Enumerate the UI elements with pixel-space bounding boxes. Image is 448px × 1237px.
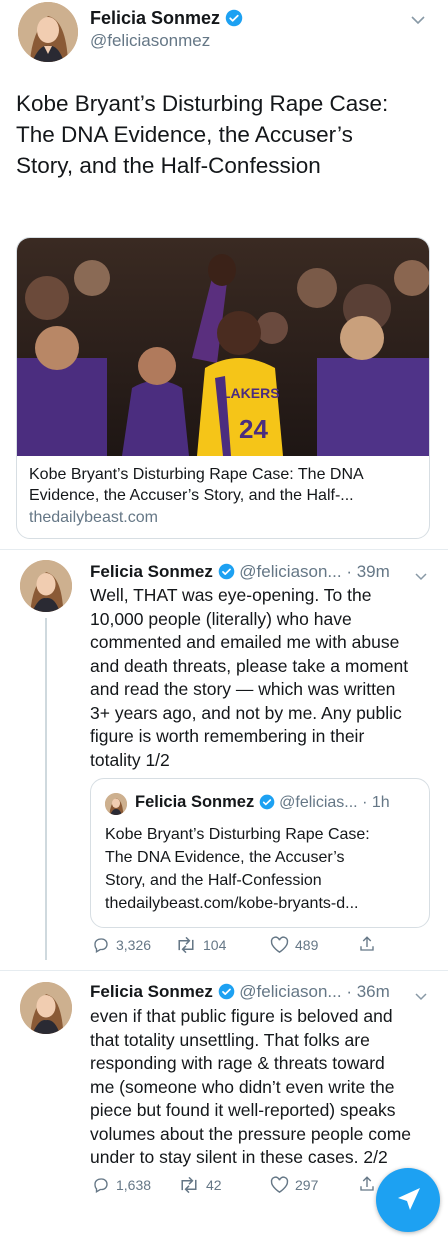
tweet-text: even if that public figure is beloved an… (90, 1006, 412, 1167)
tweet-text: Well, THAT was eye-opening. To the 10,00… (90, 585, 409, 770)
thread-line (45, 618, 47, 960)
tweet-time[interactable]: · 39m (346, 562, 389, 581)
share-button[interactable] (358, 1175, 376, 1193)
like-icon (270, 1176, 289, 1193)
verified-badge-icon (225, 9, 243, 32)
reply-count: 3,326 (116, 937, 152, 953)
like-button[interactable]: 489 (270, 936, 318, 954)
jersey-number: 24 (239, 414, 268, 444)
avatar (105, 793, 127, 815)
author-handle[interactable]: @feliciasonmez (90, 31, 210, 51)
like-count: 297 (295, 1177, 319, 1193)
avatar[interactable] (20, 560, 72, 612)
avatar[interactable] (18, 2, 78, 62)
author-name[interactable]: Felicia Sonmez (90, 8, 220, 28)
quoted-time: · 1h (362, 794, 390, 811)
quoted-text: Kobe Bryant’s Disturbing Rape Case: The … (105, 826, 370, 912)
card-image: LAKERS 24 (17, 238, 429, 456)
retweet-button[interactable]: 104 (175, 936, 226, 954)
chevron-down-icon[interactable] (414, 988, 428, 1006)
like-button[interactable]: 297 (270, 1176, 318, 1194)
like-icon (270, 936, 289, 953)
compose-fab-icon (398, 1188, 420, 1210)
reply-count: 1,638 (116, 1177, 152, 1193)
share-icon (360, 936, 374, 951)
retweet-icon (178, 936, 194, 954)
chevron-down-icon[interactable] (410, 12, 426, 30)
reply-icon (94, 1178, 108, 1193)
author-name[interactable]: Felicia Sonmez (90, 982, 213, 1001)
share-button[interactable] (358, 935, 376, 953)
quoted-handle: @felicias... (279, 794, 358, 811)
like-count: 489 (295, 937, 319, 953)
link-card[interactable]: LAKERS 24 Kobe Bryant’s Disturbing Rape … (16, 237, 430, 539)
quoted-author-name: Felicia Sonmez (135, 793, 255, 811)
reply-icon (94, 938, 108, 953)
avatar[interactable] (20, 982, 72, 1034)
compose-button[interactable] (376, 1168, 440, 1232)
quoted-tweet[interactable]: Felicia Sonmez @felicias... · 1h Kobe Br… (90, 778, 430, 928)
jersey-text: LAKERS (222, 385, 280, 401)
divider (0, 549, 448, 550)
tweet-time[interactable]: · 36m (346, 982, 389, 1001)
verified-badge-icon (218, 983, 235, 1005)
avatar-photo (18, 2, 78, 62)
verified-badge-icon (218, 563, 235, 585)
divider (0, 970, 448, 971)
author-name[interactable]: Felicia Sonmez (90, 562, 213, 581)
retweet-icon (181, 1176, 197, 1194)
reply-button[interactable]: 3,326 (92, 936, 151, 954)
card-title: Kobe Bryant’s Disturbing Rape Case: The … (29, 466, 364, 504)
author-handle[interactable]: @feliciason... (239, 562, 341, 581)
verified-badge-icon (259, 794, 275, 815)
reply-button[interactable]: 1,638 (92, 1176, 151, 1194)
author-handle[interactable]: @feliciason... (239, 982, 341, 1001)
avatar-photo (20, 560, 72, 612)
share-icon (360, 1176, 374, 1191)
avatar-photo (20, 982, 72, 1034)
retweet-count: 104 (203, 937, 227, 953)
retweet-button[interactable]: 42 (178, 1176, 222, 1194)
tweet-text: Kobe Bryant’s Disturbing Rape Case: The … (16, 91, 389, 178)
retweet-count: 42 (206, 1177, 222, 1193)
card-domain: thedailybeast.com (29, 509, 158, 526)
